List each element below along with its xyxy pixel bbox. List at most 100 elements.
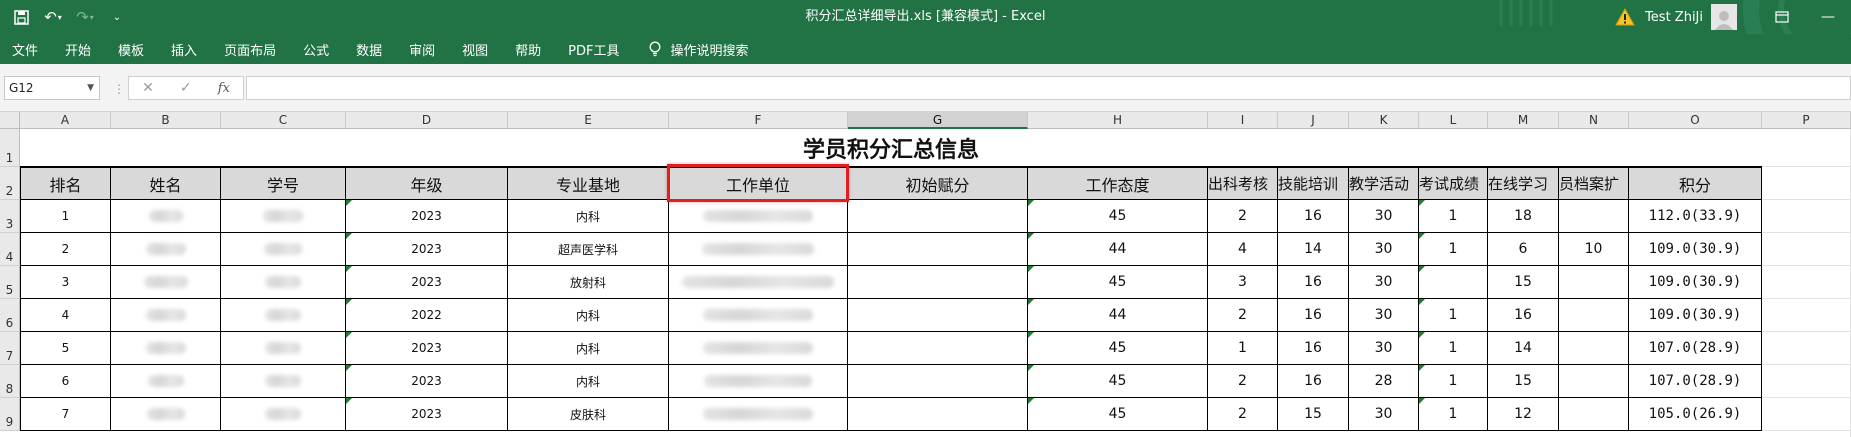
- undo-icon[interactable]: ↶ ▾: [42, 6, 64, 28]
- column-header-j[interactable]: J: [1278, 112, 1349, 129]
- row-header-6[interactable]: 6: [0, 299, 20, 332]
- column-header-b[interactable]: B: [111, 112, 221, 129]
- data-cell[interactable]: 2: [1208, 398, 1278, 431]
- data-cell[interactable]: [669, 398, 848, 431]
- data-cell[interactable]: 内科: [508, 299, 669, 332]
- data-cell[interactable]: 28: [1349, 365, 1419, 398]
- data-cell[interactable]: 112.0(33.9): [1629, 200, 1762, 233]
- header-cell[interactable]: 积分: [1629, 167, 1762, 200]
- data-cell[interactable]: 14: [1278, 233, 1349, 266]
- redo-icon[interactable]: ↷ ▾: [74, 6, 96, 28]
- data-cell[interactable]: 2: [1208, 299, 1278, 332]
- data-cell[interactable]: 4: [20, 299, 111, 332]
- header-cell[interactable]: 在线学习: [1488, 167, 1559, 200]
- data-cell[interactable]: 16: [1278, 200, 1349, 233]
- data-cell[interactable]: 12: [1488, 398, 1559, 431]
- tab-pdf-tools[interactable]: PDF工具: [568, 40, 619, 59]
- tell-me-search[interactable]: 操作说明搜索: [648, 40, 749, 59]
- data-cell[interactable]: 15: [1488, 365, 1559, 398]
- data-cell[interactable]: 5: [20, 332, 111, 365]
- data-cell[interactable]: [111, 233, 221, 266]
- data-cell[interactable]: [111, 365, 221, 398]
- data-cell[interactable]: [848, 332, 1028, 365]
- data-cell[interactable]: [221, 332, 346, 365]
- data-cell[interactable]: 45: [1028, 365, 1208, 398]
- data-cell[interactable]: [669, 365, 848, 398]
- column-header-g[interactable]: G: [848, 112, 1028, 129]
- data-cell[interactable]: 内科: [508, 365, 669, 398]
- column-header-p[interactable]: P: [1762, 112, 1851, 129]
- data-cell[interactable]: 30: [1349, 200, 1419, 233]
- data-cell[interactable]: 14: [1488, 332, 1559, 365]
- row-header-5[interactable]: 5: [0, 266, 20, 299]
- tab-view[interactable]: 视图: [462, 40, 488, 59]
- data-cell[interactable]: 44: [1028, 299, 1208, 332]
- data-cell[interactable]: 放射科: [508, 266, 669, 299]
- header-cell[interactable]: 工作态度: [1028, 167, 1208, 200]
- column-header-o[interactable]: O: [1629, 112, 1762, 129]
- data-cell[interactable]: 2022: [346, 299, 508, 332]
- column-header-h[interactable]: H: [1028, 112, 1208, 129]
- column-header-c[interactable]: C: [221, 112, 346, 129]
- data-cell[interactable]: [221, 266, 346, 299]
- data-cell[interactable]: [848, 365, 1028, 398]
- header-cell[interactable]: 专业基地: [508, 167, 669, 200]
- data-cell[interactable]: 16: [1488, 299, 1559, 332]
- data-cell[interactable]: 1: [1419, 200, 1488, 233]
- data-cell[interactable]: [111, 299, 221, 332]
- data-cell[interactable]: 2023: [346, 398, 508, 431]
- cancel-icon[interactable]: ✕: [142, 80, 154, 96]
- data-cell[interactable]: 内科: [508, 332, 669, 365]
- data-cell[interactable]: 16: [1278, 266, 1349, 299]
- row-header-7[interactable]: 7: [0, 332, 20, 365]
- column-header-i[interactable]: I: [1208, 112, 1278, 129]
- data-cell[interactable]: 6: [20, 365, 111, 398]
- row-header-1[interactable]: 1: [0, 129, 20, 167]
- data-cell[interactable]: 109.0(30.9): [1629, 299, 1762, 332]
- data-cell[interactable]: 2023: [346, 233, 508, 266]
- data-cell[interactable]: 3: [1208, 266, 1278, 299]
- data-cell[interactable]: [1559, 266, 1629, 299]
- data-cell[interactable]: 4: [1208, 233, 1278, 266]
- row-header-2[interactable]: 2: [0, 167, 20, 200]
- tab-review[interactable]: 审阅: [409, 40, 435, 59]
- data-cell[interactable]: [669, 233, 848, 266]
- header-cell[interactable]: 初始赋分: [848, 167, 1028, 200]
- data-cell[interactable]: 44: [1028, 233, 1208, 266]
- warning-icon[interactable]: [1615, 7, 1635, 26]
- data-cell[interactable]: 2023: [346, 365, 508, 398]
- data-cell[interactable]: 1: [20, 200, 111, 233]
- data-cell[interactable]: 2: [20, 233, 111, 266]
- tab-formulas[interactable]: 公式: [303, 40, 329, 59]
- header-cell[interactable]: 排名: [20, 167, 111, 200]
- header-cell[interactable]: 工作单位: [669, 167, 848, 200]
- data-cell[interactable]: 1: [1419, 233, 1488, 266]
- header-cell[interactable]: 学号: [221, 167, 346, 200]
- data-cell[interactable]: 15: [1488, 266, 1559, 299]
- data-cell[interactable]: [669, 266, 848, 299]
- data-cell[interactable]: 2023: [346, 332, 508, 365]
- data-cell[interactable]: 18: [1488, 200, 1559, 233]
- data-cell[interactable]: 16: [1278, 299, 1349, 332]
- data-cell[interactable]: 2023: [346, 200, 508, 233]
- data-cell[interactable]: 1: [1419, 299, 1488, 332]
- header-cell[interactable]: 姓名: [111, 167, 221, 200]
- formula-input[interactable]: [246, 76, 1851, 100]
- sheet-title[interactable]: 学员积分汇总信息: [20, 129, 1762, 167]
- data-cell[interactable]: 30: [1349, 233, 1419, 266]
- data-cell[interactable]: [1559, 200, 1629, 233]
- header-cell[interactable]: 技能培训: [1278, 167, 1349, 200]
- data-cell[interactable]: [221, 200, 346, 233]
- data-cell[interactable]: 30: [1349, 398, 1419, 431]
- data-cell[interactable]: [848, 266, 1028, 299]
- data-cell[interactable]: 45: [1028, 266, 1208, 299]
- tab-file[interactable]: 文件: [12, 40, 38, 59]
- column-header-m[interactable]: M: [1488, 112, 1559, 129]
- data-cell[interactable]: 1: [1419, 332, 1488, 365]
- worksheet-grid[interactable]: A B C D E F G H I J K L M N O P 1 2 3 4 5 6 7 8 9 学员积分汇总信息 排名 姓名 学号年…: [0, 112, 1851, 437]
- column-header-f[interactable]: F: [669, 112, 848, 129]
- row-header-9[interactable]: 9: [0, 398, 20, 431]
- data-cell[interactable]: [1559, 299, 1629, 332]
- data-cell[interactable]: [221, 398, 346, 431]
- data-cell[interactable]: 2: [1208, 365, 1278, 398]
